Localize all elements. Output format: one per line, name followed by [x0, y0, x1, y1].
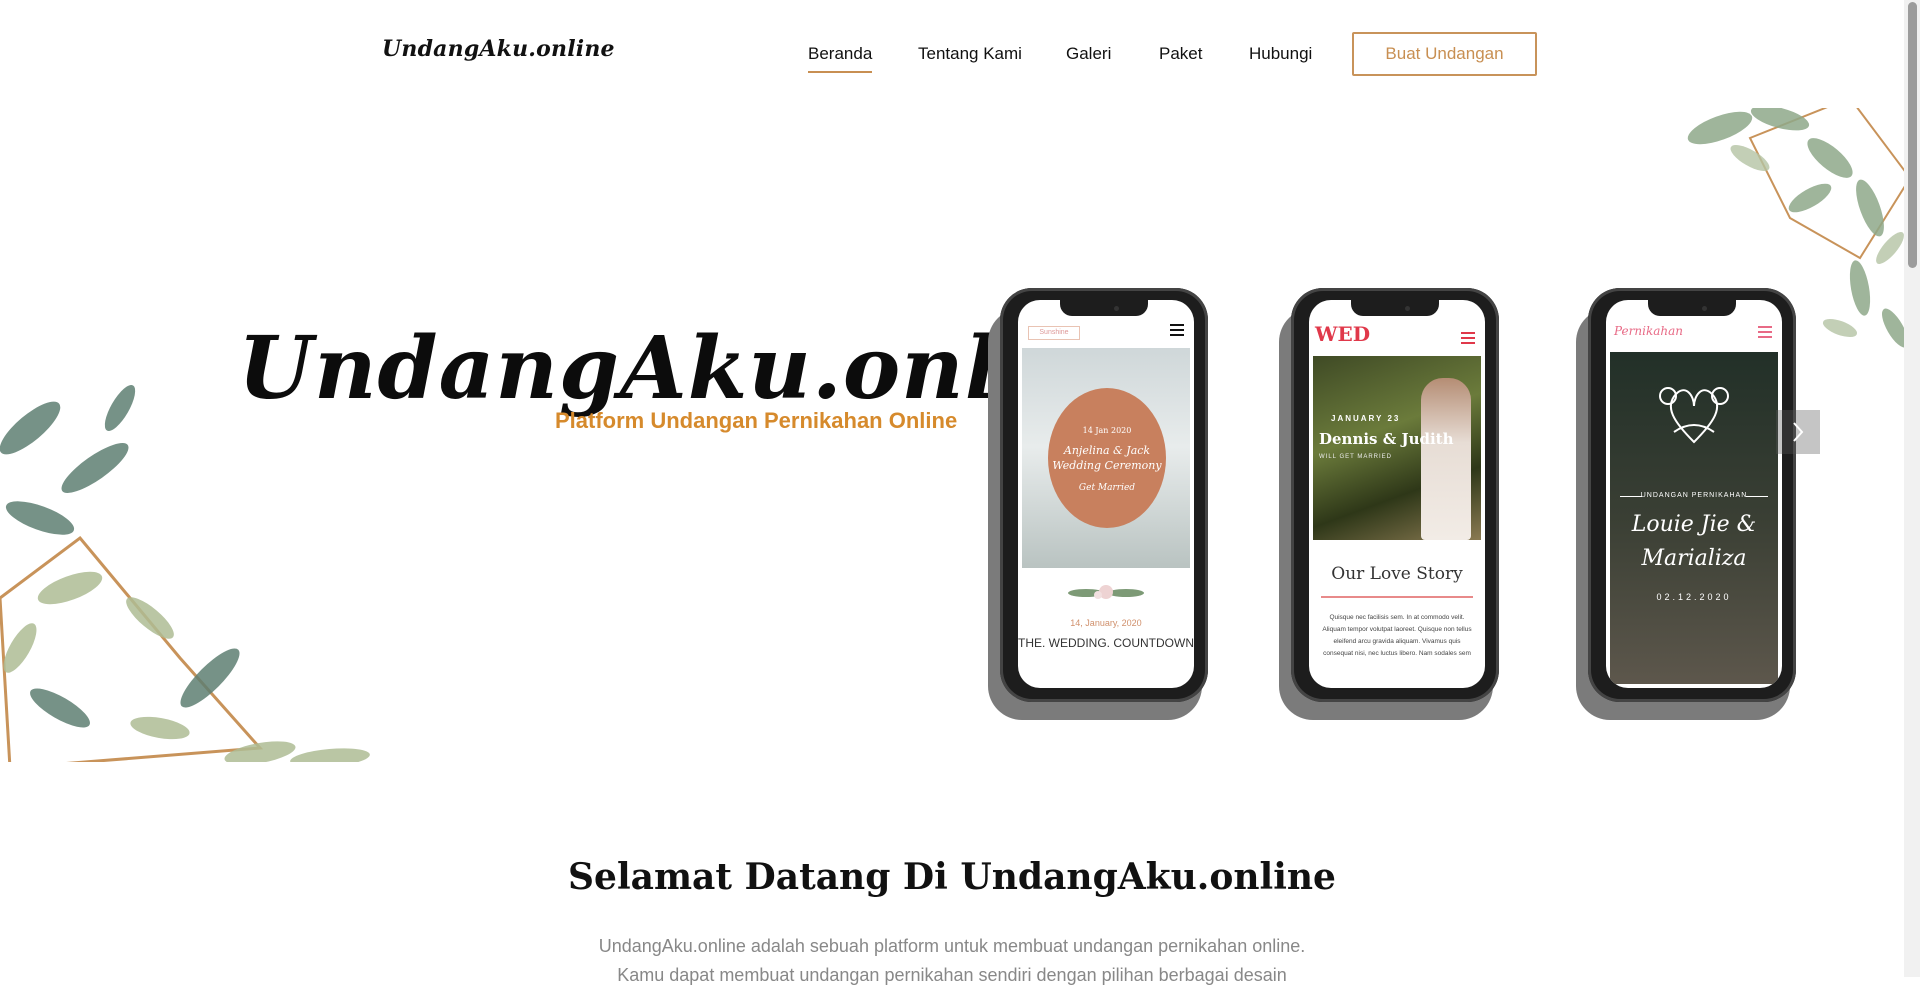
- preview-subtitle: WILL GET MARRIED: [1319, 454, 1393, 460]
- phone-notch: [1351, 300, 1439, 316]
- nav-item-hubungi[interactable]: Hubungi: [1249, 44, 1312, 64]
- preview-date: JANUARY 23: [1331, 414, 1401, 423]
- phone-body: Sunshine 14 Jan 2020 Anjelina & Jack Wed…: [1000, 288, 1208, 702]
- flower-ornament-icon: [1068, 585, 1144, 599]
- nav-item-beranda[interactable]: Beranda: [808, 44, 873, 73]
- phone-body: WED JANUARY 23 Dennis & Judith WILL GET …: [1291, 288, 1499, 702]
- preview-photo: JANUARY 23 Dennis & Judith WILL GET MARR…: [1313, 356, 1481, 540]
- preview-logo: WED: [1315, 322, 1371, 346]
- phone-mockup-1[interactable]: Sunshine 14 Jan 2020 Anjelina & Jack Wed…: [988, 288, 1212, 720]
- phone-screen: Pernikahan UNDANGAN PERNIKAHAN Louie Jie…: [1606, 300, 1782, 688]
- preview-names-line1: Louie Jie &: [1631, 512, 1757, 537]
- nav-item-tentang-kami[interactable]: Tentang Kami: [918, 44, 1022, 64]
- preview-section-title: Our Love Story: [1331, 564, 1463, 584]
- scrollbar-thumb[interactable]: [1908, 2, 1917, 268]
- hamburger-icon: [1758, 326, 1772, 338]
- foliage-bottom-left-decoration: [0, 385, 370, 762]
- preview-get-married: Get Married: [1078, 483, 1136, 493]
- phone-mockup-3[interactable]: Pernikahan UNDANGAN PERNIKAHAN Louie Jie…: [1576, 288, 1800, 720]
- hamburger-icon: [1461, 332, 1475, 344]
- phone-mockup-2[interactable]: WED JANUARY 23 Dennis & Judith WILL GET …: [1279, 288, 1503, 720]
- preview-names: Anjelina & Jack: [1063, 444, 1151, 457]
- hero-tagline: Platform Undangan Pernikahan Online: [555, 408, 958, 433]
- hero-slider: UndangAku.online Platform Undangan Perni…: [0, 108, 1904, 762]
- preview-names: Dennis & Judith: [1319, 430, 1454, 448]
- preview-divider-right: [1746, 496, 1768, 497]
- buat-undangan-button[interactable]: Buat Undangan: [1352, 32, 1537, 76]
- preview-names: Louie Jie & Marializa: [1610, 508, 1778, 576]
- welcome-line-2: Kamu dapat membuat undangan pernikahan s…: [617, 965, 1287, 985]
- preview-tag: Sunshine: [1028, 326, 1080, 340]
- preview-header: Sunshine: [1018, 318, 1194, 348]
- welcome-description: UndangAku.online adalah sebuah platform …: [0, 932, 1904, 990]
- preview-ceremony: Wedding Ceremony: [1052, 459, 1162, 472]
- phone-body: Pernikahan UNDANGAN PERNIKAHAN Louie Jie…: [1588, 288, 1796, 702]
- phone-screen: Sunshine 14 Jan 2020 Anjelina & Jack Wed…: [1018, 300, 1194, 688]
- bride-figure: [1421, 378, 1471, 540]
- preview-countdown-title: THE. WEDDING. COUNTDOWN: [1018, 636, 1194, 650]
- phone-screen: WED JANUARY 23 Dennis & Judith WILL GET …: [1309, 300, 1485, 688]
- phone-notch: [1648, 300, 1736, 316]
- welcome-line-1: UndangAku.online adalah sebuah platform …: [598, 936, 1306, 956]
- nav-item-paket[interactable]: Paket: [1159, 44, 1202, 64]
- preview-photo: UNDANGAN PERNIKAHAN Louie Jie & Marializ…: [1610, 352, 1778, 684]
- preview-oval-badge: 14 Jan 2020 Anjelina & Jack Wedding Cere…: [1048, 388, 1166, 528]
- preview-names-line2: Marializa: [1641, 546, 1747, 571]
- slider-next-button[interactable]: [1776, 410, 1820, 454]
- preview-body-text: Quisque nec facilisis sem. In at commodo…: [1322, 614, 1472, 657]
- preview-date-badge: 14 Jan 2020: [1082, 426, 1132, 435]
- brand-logo[interactable]: UndangAku.online: [382, 36, 615, 62]
- hamburger-icon: [1170, 324, 1184, 336]
- welcome-title: Selamat Datang Di UndangAku.online: [568, 856, 1336, 898]
- navbar: UndangAku.online Beranda Tentang Kami Ga…: [0, 0, 1904, 108]
- preview-header: WED: [1309, 318, 1485, 354]
- preview-date: 14, January, 2020: [1070, 618, 1142, 628]
- nav-item-galeri[interactable]: Galeri: [1066, 44, 1111, 64]
- phone-notch: [1060, 300, 1148, 316]
- preview-date: 02.12.2020: [1656, 592, 1732, 602]
- page-scrollbar[interactable]: [1904, 0, 1920, 977]
- ornament-icon: [1659, 387, 1729, 444]
- preview-logo: Pernikahan: [1614, 324, 1683, 338]
- chevron-right-icon: [1793, 422, 1804, 442]
- preview-divider: [1321, 596, 1473, 598]
- preview-header: Pernikahan: [1606, 318, 1782, 348]
- preview-photo: 14 Jan 2020 Anjelina & Jack Wedding Cere…: [1022, 348, 1190, 568]
